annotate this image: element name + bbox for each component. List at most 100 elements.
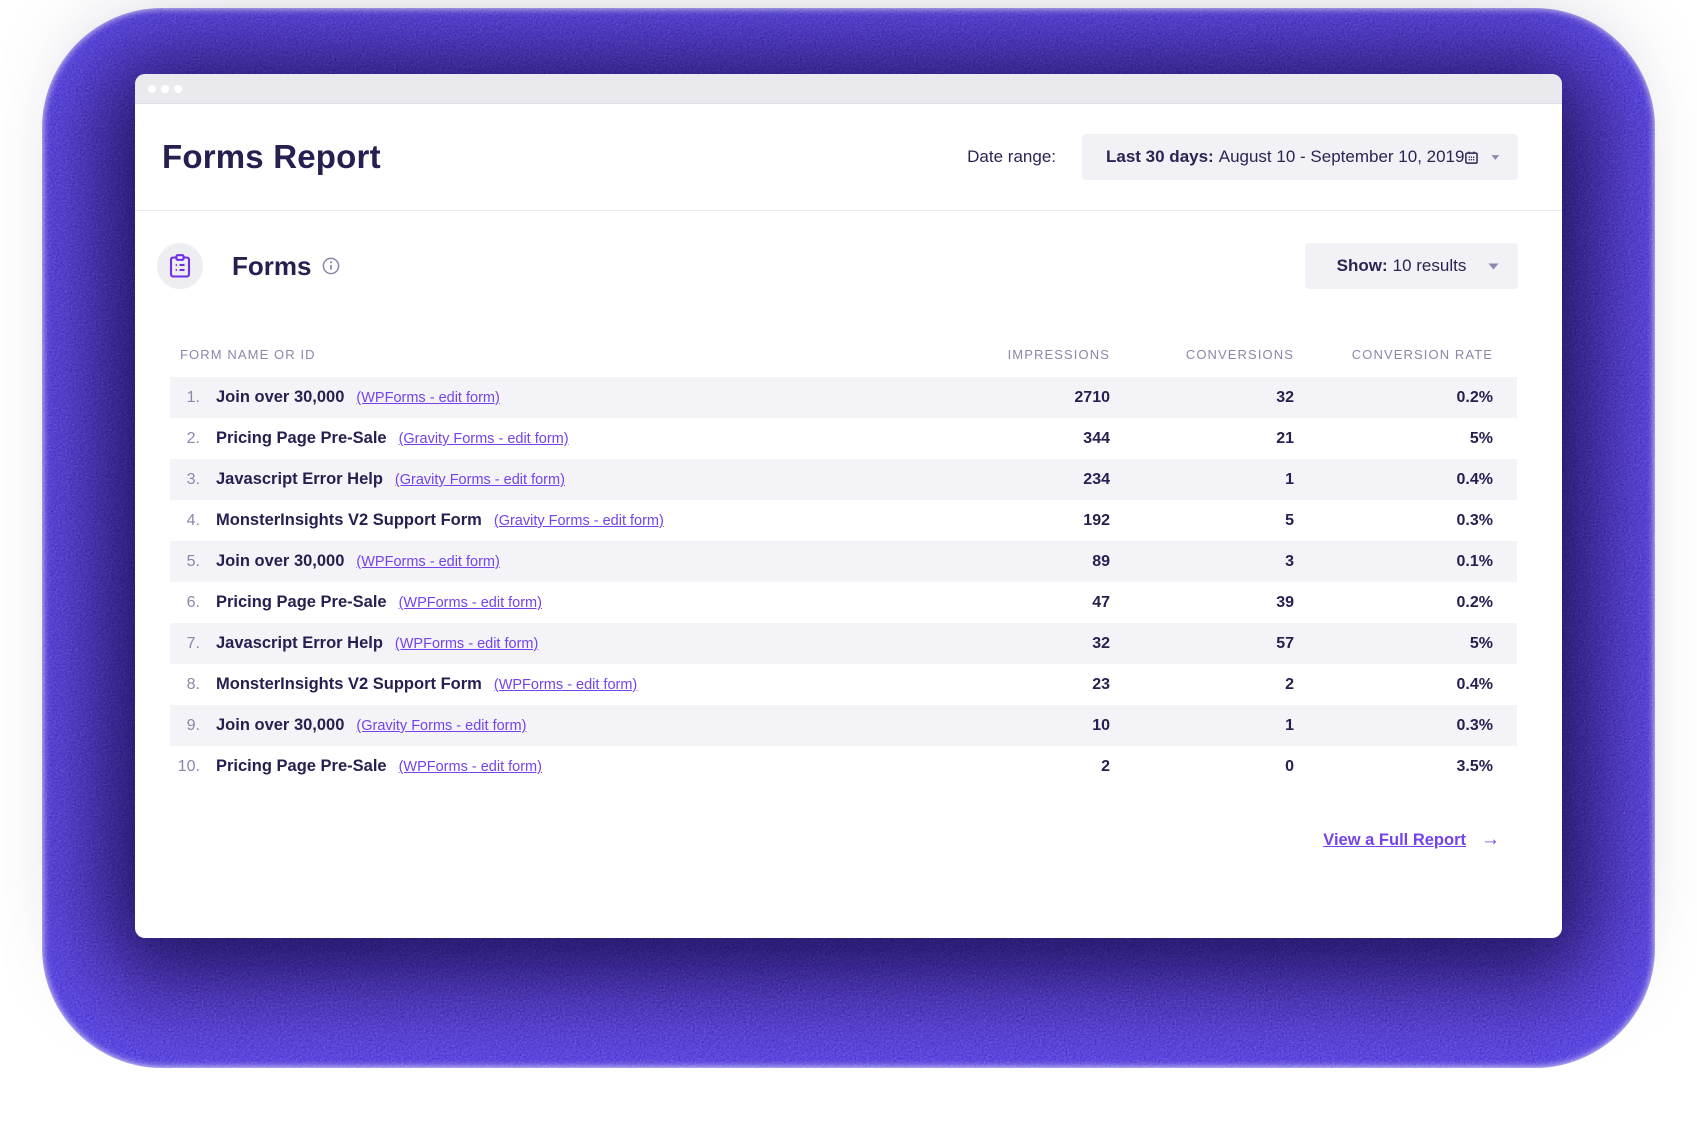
edit-form-link[interactable]: (WPForms - edit form)	[395, 636, 538, 652]
header-divider	[135, 210, 1562, 211]
conversion-rate-value: 3.5%	[1456, 757, 1493, 775]
conversions-value: 2	[1285, 675, 1294, 693]
arrow-right-icon: →	[1481, 829, 1500, 850]
date-range-selector[interactable]: Last 30 days: August 10 - September 10, …	[1082, 134, 1518, 180]
table-row: 1. Join over 30,000 (WPForms - edit form…	[170, 377, 1517, 418]
impressions-value: 23	[1092, 675, 1110, 693]
conversions-value: 5	[1285, 511, 1294, 529]
conversion-rate-value: 0.3%	[1456, 716, 1493, 734]
form-name-cell: Join over 30,000 (WPForms - edit form)	[216, 388, 940, 407]
conversions-value: 21	[1276, 429, 1294, 447]
row-rank: 1.	[186, 388, 200, 406]
conversions-value: 1	[1285, 470, 1294, 488]
chevron-down-icon	[1488, 263, 1499, 270]
conversion-rate-value: 5%	[1469, 634, 1493, 652]
table-row: 3. Javascript Error Help (Gravity Forms …	[170, 459, 1517, 500]
show-label: Show:	[1336, 256, 1388, 275]
show-results-dropdown[interactable]: Show: 10 results	[1305, 243, 1518, 289]
conversion-rate-value: 0.2%	[1456, 593, 1493, 611]
edit-form-link[interactable]: (WPForms - edit form)	[399, 595, 542, 611]
conversion-rate-value: 0.1%	[1456, 552, 1493, 570]
conversions-value: 0	[1285, 757, 1294, 775]
date-range-value: August 10 - September 10, 2019	[1218, 147, 1465, 166]
impressions-value: 2710	[1074, 388, 1110, 406]
info-icon[interactable]	[322, 257, 340, 275]
table-row: 10. Pricing Page Pre-Sale (WPForms - edi…	[170, 746, 1517, 787]
window-control-dot[interactable]	[148, 84, 156, 93]
edit-form-link[interactable]: (WPForms - edit form)	[356, 390, 499, 406]
edit-form-link[interactable]: (WPForms - edit form)	[356, 554, 499, 570]
form-name-cell: Pricing Page Pre-Sale (Gravity Forms - e…	[216, 429, 940, 448]
view-full-report-link[interactable]: View a Full Report	[1323, 831, 1466, 850]
forms-section-header: Forms Show: 10 results	[135, 243, 1562, 289]
form-name: Pricing Page Pre-Sale	[216, 757, 387, 775]
impressions-value: 10	[1092, 716, 1110, 734]
impressions-value: 2	[1101, 757, 1110, 775]
row-rank: 2.	[186, 429, 200, 447]
form-name: Pricing Page Pre-Sale	[216, 429, 387, 447]
forms-table: FORM NAME OR ID IMPRESSIONS CONVERSIONS …	[170, 347, 1517, 787]
form-name: Javascript Error Help	[216, 634, 383, 652]
edit-form-link[interactable]: (Gravity Forms - edit form)	[356, 718, 526, 734]
conversions-value: 32	[1276, 388, 1294, 406]
conversion-rate-value: 0.3%	[1456, 511, 1493, 529]
edit-form-link[interactable]: (Gravity Forms - edit form)	[395, 472, 565, 488]
row-rank: 7.	[186, 634, 200, 652]
column-header-conversion-rate: CONVERSION RATE	[1351, 347, 1493, 362]
page-title: Forms Report	[162, 138, 381, 175]
row-rank: 3.	[186, 470, 200, 488]
conversions-value: 39	[1276, 593, 1294, 611]
show-value: 10 results	[1392, 256, 1467, 275]
form-name-cell: MonsterInsights V2 Support Form (Gravity…	[216, 511, 940, 530]
conversions-value: 57	[1276, 634, 1294, 652]
report-header: Forms Report Date range: Last 30 days: A…	[135, 104, 1562, 210]
date-range-group: Date range: Last 30 days: August 10 - Se…	[967, 134, 1518, 180]
form-name-cell: Join over 30,000 (WPForms - edit form)	[216, 552, 940, 571]
conversion-rate-value: 0.4%	[1456, 470, 1493, 488]
table-footer: View a Full Report →	[135, 829, 1500, 851]
window-titlebar	[135, 74, 1562, 104]
edit-form-link[interactable]: (WPForms - edit form)	[494, 677, 637, 693]
column-header-impressions: IMPRESSIONS	[1007, 347, 1110, 362]
row-rank: 10.	[177, 757, 200, 775]
window-control-dot[interactable]	[174, 84, 182, 93]
window-control-dot[interactable]	[161, 84, 169, 93]
table-row: 9. Join over 30,000 (Gravity Forms - edi…	[170, 705, 1517, 746]
impressions-value: 192	[1083, 511, 1110, 529]
table-row: 5. Join over 30,000 (WPForms - edit form…	[170, 541, 1517, 582]
row-rank: 9.	[186, 716, 200, 734]
row-rank: 6.	[186, 593, 200, 611]
edit-form-link[interactable]: (Gravity Forms - edit form)	[399, 431, 569, 447]
table-row: 7. Javascript Error Help (WPForms - edit…	[170, 623, 1517, 664]
form-name: Pricing Page Pre-Sale	[216, 593, 387, 611]
impressions-value: 32	[1092, 634, 1110, 652]
table-row: 6. Pricing Page Pre-Sale (WPForms - edit…	[170, 582, 1517, 623]
impressions-value: 89	[1092, 552, 1110, 570]
column-header-conversions: CONVERSIONS	[1185, 347, 1294, 362]
form-name-cell: Join over 30,000 (Gravity Forms - edit f…	[216, 716, 940, 735]
form-name-cell: Javascript Error Help (Gravity Forms - e…	[216, 470, 940, 489]
form-name-cell: Pricing Page Pre-Sale (WPForms - edit fo…	[216, 593, 940, 612]
page: Forms Report Date range: Last 30 days: A…	[0, 0, 1697, 1132]
chevron-down-icon	[1491, 154, 1500, 160]
app-window: Forms Report Date range: Last 30 days: A…	[135, 74, 1562, 938]
row-rank: 5.	[186, 552, 200, 570]
form-name: Join over 30,000	[216, 716, 345, 734]
edit-form-link[interactable]: (Gravity Forms - edit form)	[494, 513, 664, 529]
date-range-label: Date range:	[967, 147, 1056, 166]
conversion-rate-value: 0.2%	[1456, 388, 1493, 406]
row-rank: 8.	[186, 675, 200, 693]
edit-form-link[interactable]: (WPForms - edit form)	[399, 759, 542, 775]
impressions-value: 234	[1083, 470, 1110, 488]
date-range-preset: Last 30 days:	[1106, 147, 1214, 166]
table-header-row: FORM NAME OR ID IMPRESSIONS CONVERSIONS …	[170, 347, 1517, 362]
table-body: 1. Join over 30,000 (WPForms - edit form…	[170, 377, 1517, 787]
section-title: Forms	[232, 250, 312, 281]
form-name-cell: Pricing Page Pre-Sale (WPForms - edit fo…	[216, 757, 940, 776]
form-name: MonsterInsights V2 Support Form	[216, 675, 482, 693]
table-row: 2. Pricing Page Pre-Sale (Gravity Forms …	[170, 418, 1517, 459]
form-name: Javascript Error Help	[216, 470, 383, 488]
form-name-cell: Javascript Error Help (WPForms - edit fo…	[216, 634, 940, 653]
column-header-form-name: FORM NAME OR ID	[180, 347, 316, 362]
clipboard-icon	[169, 254, 191, 278]
